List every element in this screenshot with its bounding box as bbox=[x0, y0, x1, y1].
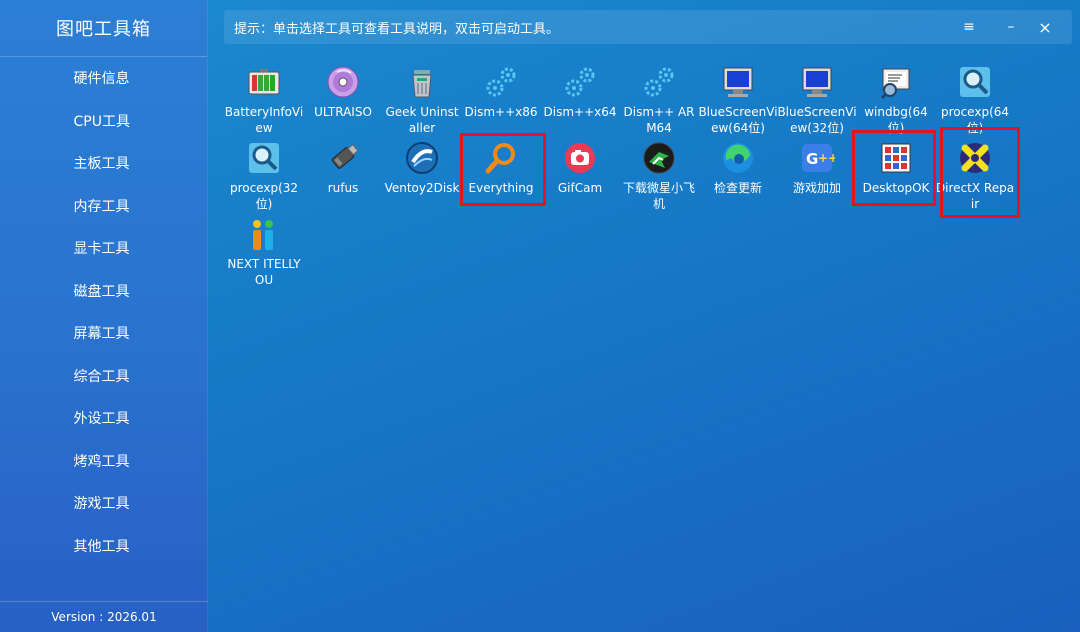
trash-can-icon bbox=[404, 64, 440, 100]
sidebar-item-general-tools[interactable]: 综合工具 bbox=[0, 355, 207, 398]
monitor-icon bbox=[720, 64, 756, 100]
sidebar-item-disk-tools[interactable]: 磁盘工具 bbox=[0, 270, 207, 313]
sidebar-item-game-tools[interactable]: 游戏工具 bbox=[0, 482, 207, 525]
gears-icon bbox=[641, 64, 677, 100]
debugger-icon bbox=[878, 64, 914, 100]
tool-dism-x64[interactable]: Dism++x64 bbox=[544, 62, 617, 134]
sidebar-item-motherboard-tools[interactable]: 主板工具 bbox=[0, 142, 207, 185]
tool-label: 检查更新 bbox=[713, 181, 762, 195]
battery-icon bbox=[246, 64, 282, 100]
tool-gifcam[interactable]: GifCam bbox=[546, 138, 614, 210]
tool-label: rufus bbox=[327, 181, 359, 195]
menu-icon[interactable]: ≡ bbox=[956, 14, 982, 40]
tool-label: Dism++x64 bbox=[543, 105, 617, 119]
tool-label: BatteryInfoView bbox=[224, 105, 304, 135]
tool-ventoy2disk[interactable]: Ventoy2Disk bbox=[385, 138, 459, 210]
tool-label: procexp(32位) bbox=[229, 181, 299, 211]
highlight-box-everything bbox=[460, 133, 546, 206]
game-plus-icon: G ++ bbox=[799, 140, 835, 176]
svg-text:G: G bbox=[806, 150, 818, 168]
tool-label: BlueScreenView(64位) bbox=[698, 105, 778, 135]
tool-label: Geek Uninstaller bbox=[385, 105, 459, 135]
tool-msi-afterburner-download[interactable]: 下载微星小飞机 bbox=[623, 138, 695, 211]
gears-icon bbox=[483, 64, 519, 100]
tool-label: NEXT ITELLYOU bbox=[227, 257, 301, 287]
tool-geek-uninstaller[interactable]: Geek Uninstaller bbox=[385, 62, 459, 135]
tool-label: Ventoy2Disk bbox=[384, 181, 460, 195]
usb-drive-icon bbox=[325, 140, 361, 176]
tool-dism-arm64[interactable]: Dism++ ARM64 bbox=[624, 62, 695, 135]
disc-icon bbox=[325, 64, 361, 100]
sidebar-item-other-tools[interactable]: 其他工具 bbox=[0, 525, 207, 568]
sidebar-item-memory-tools[interactable]: 内存工具 bbox=[0, 185, 207, 228]
tool-batteryinfoview[interactable]: BatteryInfoView bbox=[225, 62, 303, 135]
hint-bar: 提示：单击选择工具可查看工具说明，双击可启动工具。 bbox=[224, 10, 1072, 44]
sidebar-item-peripheral-tools[interactable]: 外设工具 bbox=[0, 397, 207, 440]
magnifier-icon bbox=[957, 64, 993, 100]
minimize-icon[interactable]: – bbox=[998, 14, 1024, 40]
sidebar-item-screen-tools[interactable]: 屏幕工具 bbox=[0, 312, 207, 355]
highlight-box-desktopok bbox=[852, 130, 936, 206]
sidebar: 图吧工具箱 硬件信息 CPU工具 主板工具 内存工具 显卡工具 磁盘工具 屏幕工… bbox=[0, 0, 208, 632]
tool-label: 下载微星小飞机 bbox=[622, 181, 695, 211]
magnifier-icon bbox=[246, 140, 282, 176]
tool-label: Dism++ ARM64 bbox=[623, 105, 695, 135]
main-panel: 提示：单击选择工具可查看工具说明，双击可启动工具。 ≡ – × BatteryI… bbox=[208, 0, 1080, 632]
tool-label: 游戏加加 bbox=[792, 181, 841, 195]
tool-windbg-64[interactable]: windbg(64位) bbox=[862, 62, 930, 135]
afterburner-icon bbox=[641, 140, 677, 176]
tool-label: ULTRAISO bbox=[314, 105, 372, 119]
ventoy-icon bbox=[404, 140, 440, 176]
edge-icon bbox=[720, 140, 756, 176]
tool-next-itellyou[interactable]: NEXT ITELLYOU bbox=[227, 214, 301, 287]
tool-game-plus[interactable]: G ++ 游戏加加 bbox=[783, 138, 851, 210]
monitor-icon bbox=[799, 64, 835, 100]
tool-dism-x86[interactable]: Dism++x86 bbox=[465, 62, 538, 134]
sidebar-item-cpu-tools[interactable]: CPU工具 bbox=[0, 100, 207, 143]
sidebar-item-stress-test-tools[interactable]: 烤鸡工具 bbox=[0, 440, 207, 483]
tool-label: BlueScreenView(32位) bbox=[777, 105, 857, 135]
sidebar-item-hardware-info[interactable]: 硬件信息 bbox=[0, 57, 207, 100]
tool-procexp-64[interactable]: procexp(64位) bbox=[941, 62, 1009, 135]
tool-procexp-32[interactable]: procexp(32位) bbox=[230, 138, 298, 211]
tool-label: Dism++x86 bbox=[464, 105, 538, 119]
hint-text: 提示：单击选择工具可查看工具说明，双击可启动工具。 bbox=[234, 21, 560, 37]
close-icon[interactable]: × bbox=[1032, 14, 1058, 40]
gears-icon bbox=[562, 64, 598, 100]
tool-label: GifCam bbox=[557, 181, 603, 195]
camera-icon bbox=[562, 140, 598, 176]
tool-check-update[interactable]: 检查更新 bbox=[704, 138, 772, 210]
sidebar-item-gpu-tools[interactable]: 显卡工具 bbox=[0, 227, 207, 270]
tool-bluescreenview-32[interactable]: BlueScreenView(32位) bbox=[777, 62, 857, 135]
itellyou-icon bbox=[246, 216, 282, 252]
tool-rufus[interactable]: rufus bbox=[309, 138, 377, 210]
highlight-box-directx-repair bbox=[940, 127, 1020, 218]
version-label: Version : 2026.01 bbox=[0, 601, 208, 632]
sidebar-menu: 硬件信息 CPU工具 主板工具 内存工具 显卡工具 磁盘工具 屏幕工具 综合工具… bbox=[0, 57, 207, 567]
app-title: 图吧工具箱 bbox=[0, 0, 207, 57]
tool-ultraiso[interactable]: ULTRAISO bbox=[309, 62, 377, 134]
tool-bluescreenview-64[interactable]: BlueScreenView(64位) bbox=[698, 62, 778, 135]
svg-text:++: ++ bbox=[818, 151, 835, 165]
